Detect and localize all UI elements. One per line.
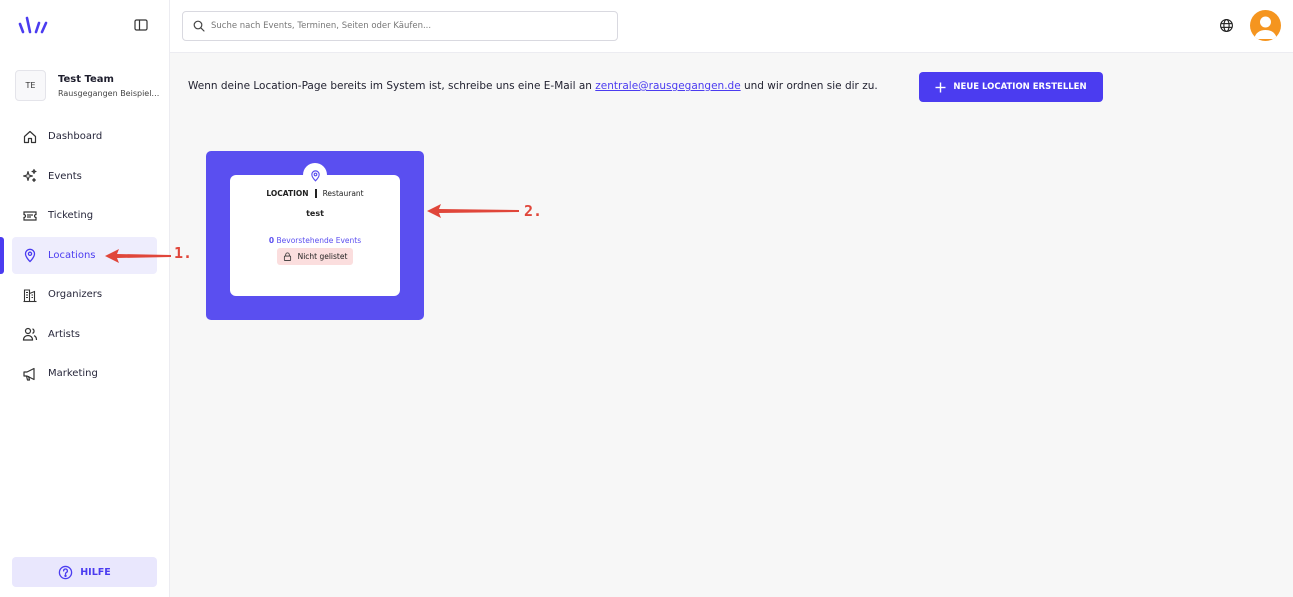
user-icon [1254, 16, 1277, 39]
sidebar-item-label: Artists [48, 328, 80, 340]
upcoming-events: 0 Bevorstehende Events [230, 236, 400, 245]
search-box[interactable] [182, 11, 618, 41]
upcoming-events-label: Bevorstehende Events [274, 236, 362, 245]
sidebar-item-label: Locations [48, 249, 96, 261]
card-pin [303, 163, 327, 187]
location-card-header: LOCATION Restaurant [230, 189, 400, 198]
location-title: test [306, 209, 324, 218]
buildings-icon [23, 288, 37, 302]
help-button[interactable]: HILFE [12, 557, 157, 587]
sidebar-item-artists[interactable]: Artists [12, 316, 157, 353]
users-icon [22, 327, 38, 341]
search-input[interactable] [211, 21, 611, 31]
info-text-suffix: und wir ordnen sie dir zu. [740, 80, 878, 92]
home-icon [23, 130, 37, 143]
info-text-prefix: Wenn deine Location-Page bereits im Syst… [188, 80, 596, 92]
location-card-body: LOCATION Restaurant test 0 Bevorstehende… [230, 175, 400, 296]
team-name: Test Team [58, 73, 114, 85]
question-circle-icon [58, 565, 73, 579]
map-pin-icon [310, 169, 320, 182]
new-location-button[interactable]: NEUE LOCATION ERSTELLEN [919, 72, 1103, 102]
email-link[interactable]: zentrale@rausgegangen.de [595, 80, 740, 92]
sidebar-item-organizers[interactable]: Organizers [12, 276, 157, 313]
sidebar: TE Test Team Rausgegangen Beispiel… Dash… [0, 0, 170, 597]
sidebar-item-label: Dashboard [48, 131, 103, 142]
megaphone-icon [23, 367, 35, 381]
sidebar-toggle-icon[interactable] [133, 17, 149, 33]
new-location-button-label: NEUE LOCATION ERSTELLEN [953, 82, 1087, 92]
sidebar-item-label: Events [48, 170, 82, 182]
ticket-icon [23, 210, 37, 221]
search-icon [193, 20, 205, 32]
map-pin-icon [24, 248, 36, 263]
sidebar-item-events[interactable]: Events [12, 158, 157, 195]
team-switcher[interactable]: TE Test Team Rausgegangen Beispiel… [15, 70, 163, 101]
sidebar-item-label: Organizers [48, 289, 103, 300]
annotation-arrow-1 [105, 249, 171, 263]
lock-icon [283, 252, 291, 261]
info-text: Wenn deine Location-Page bereits im Syst… [188, 80, 878, 92]
location-type: LOCATION [266, 189, 309, 198]
sparkles-icon [22, 168, 37, 183]
sidebar-item-dashboard[interactable]: Dashboard [12, 118, 157, 155]
plus-icon [935, 82, 946, 92]
help-button-label: HILFE [80, 566, 111, 578]
annotation-label-1: 1. [174, 244, 193, 262]
sidebar-item-marketing[interactable]: Marketing [12, 355, 157, 392]
team-subtitle: Rausgegangen Beispiel… [58, 88, 160, 98]
annotation-arrow-2 [427, 204, 519, 218]
status-badge: Nicht gelistet [276, 248, 354, 265]
location-card[interactable]: LOCATION Restaurant test 0 Bevorstehende… [206, 151, 424, 320]
logo-icon[interactable] [17, 14, 49, 36]
topbar [170, 0, 1293, 53]
separator [314, 189, 317, 198]
sidebar-item-label: Marketing [48, 368, 98, 379]
annotation-label-2: 2. [524, 202, 543, 220]
sidebar-item-label: Ticketing [48, 210, 94, 221]
status-badge-label: Nicht gelistet [297, 252, 348, 261]
location-category: Restaurant [322, 189, 364, 198]
globe-icon[interactable] [1219, 18, 1234, 33]
team-avatar: TE [15, 70, 46, 101]
user-avatar[interactable] [1250, 10, 1281, 41]
sidebar-item-ticketing[interactable]: Ticketing [12, 197, 157, 234]
